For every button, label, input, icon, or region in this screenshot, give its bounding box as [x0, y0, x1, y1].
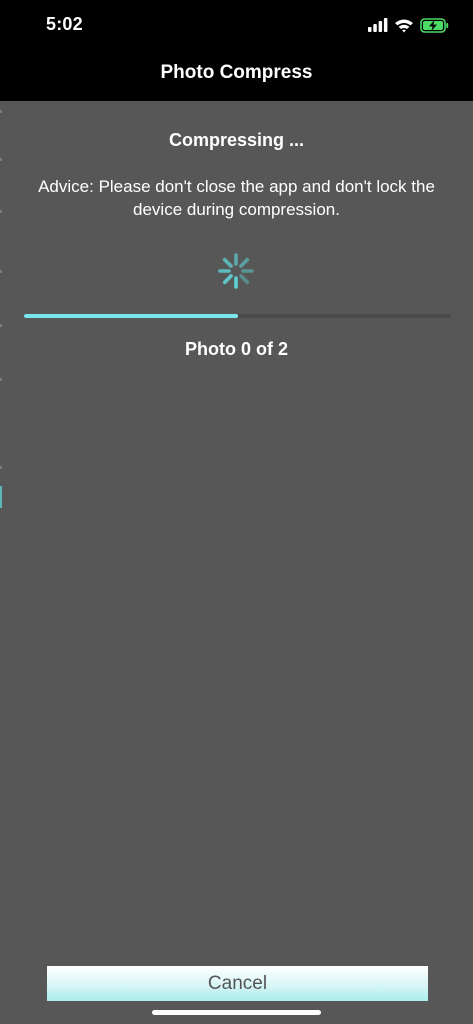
home-indicator [152, 1010, 321, 1015]
status-icons [368, 16, 449, 34]
compress-screen: 5:02 Photo Compress Compressing ... Advi… [0, 0, 473, 1024]
spinner-spoke [222, 257, 233, 268]
advice-text: Advice: Please don't close the app and d… [38, 177, 435, 219]
signal-icon [368, 18, 388, 32]
cancel-button[interactable]: Cancel [47, 966, 428, 1001]
spinner-spoke [239, 257, 250, 268]
edge-marks [0, 110, 2, 508]
battery-charging-icon [420, 17, 449, 33]
wifi-icon [395, 19, 413, 32]
loading-spinner-icon [218, 253, 254, 289]
status-time: 5:02 [46, 14, 83, 34]
progress-bar-fill [24, 314, 238, 318]
top-bar: 5:02 Photo Compress [0, 0, 473, 101]
progress-bar [24, 314, 451, 318]
spinner-spoke [222, 274, 233, 285]
nav-title: Photo Compress [160, 62, 313, 83]
photo-count: Photo 0 of 2 [185, 339, 288, 359]
compressing-heading: Compressing ... [168, 130, 305, 150]
spinner-spoke [239, 274, 250, 285]
